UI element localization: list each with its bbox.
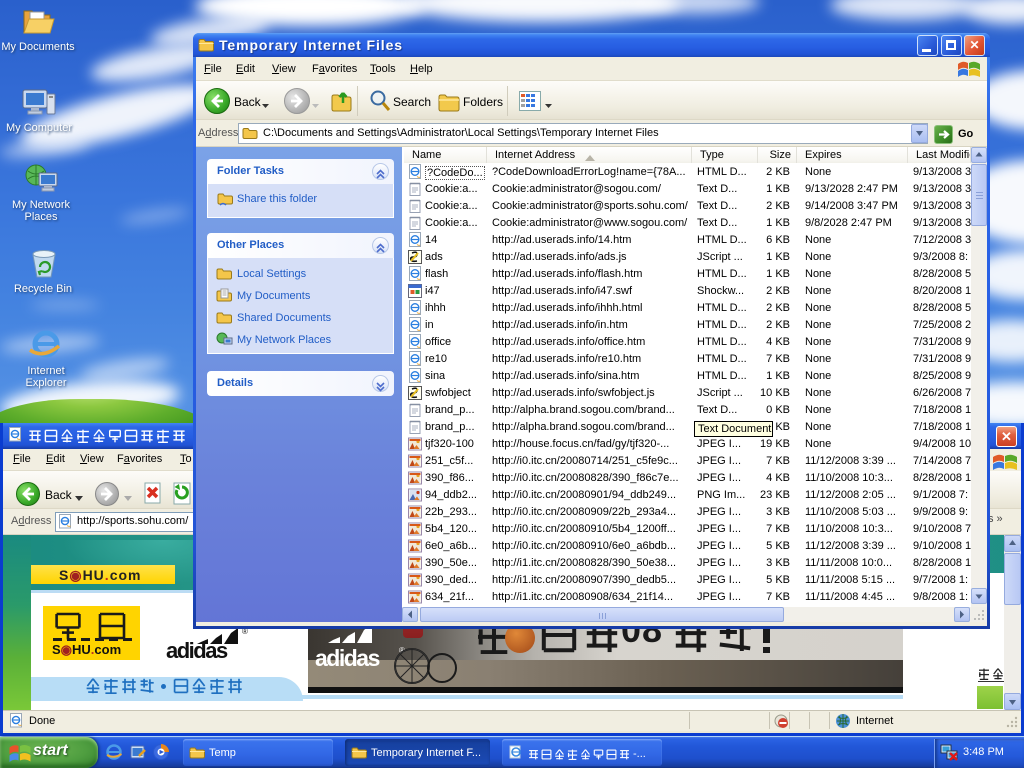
svg-text:adidas: adidas <box>315 645 380 671</box>
svg-text:adidas: adidas <box>166 638 228 660</box>
